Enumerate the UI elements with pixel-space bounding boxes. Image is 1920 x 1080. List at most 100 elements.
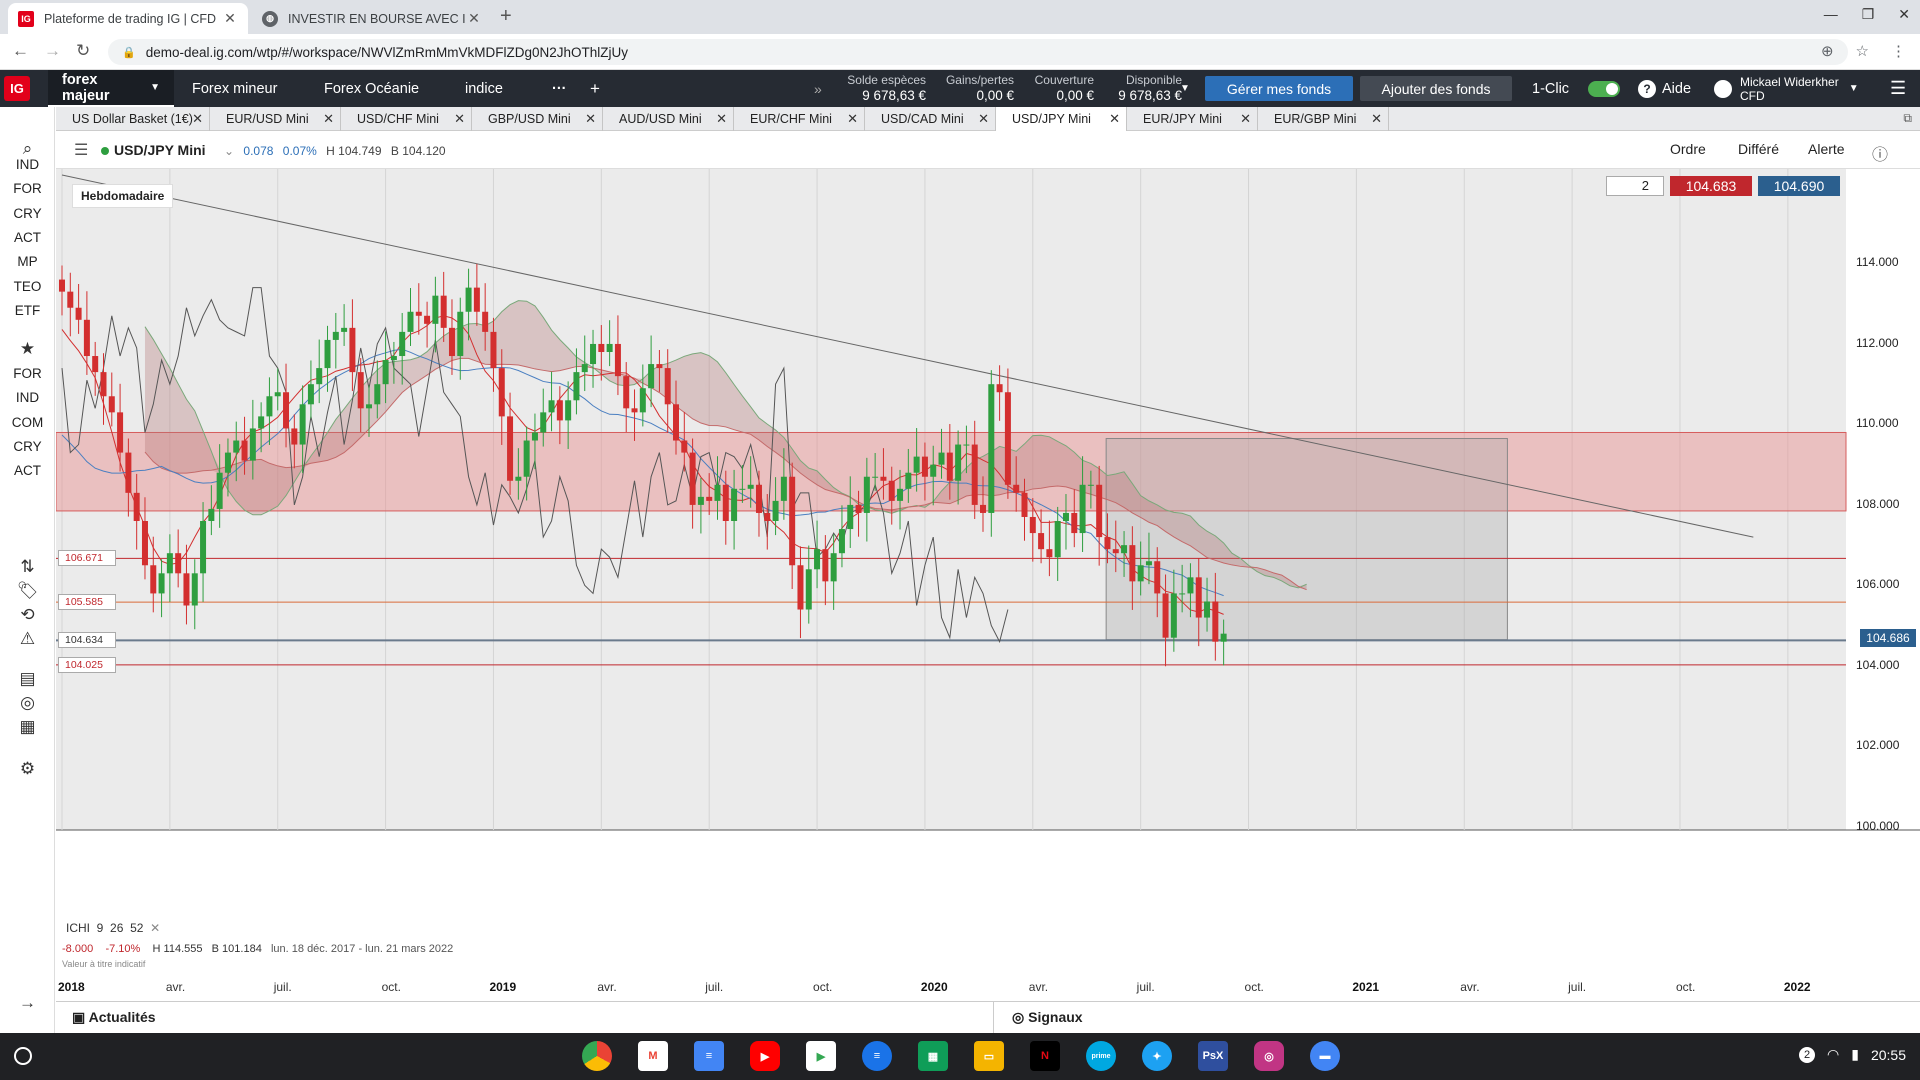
instrument-tab[interactable]: EUR/JPY Mini ✕: [1127, 107, 1258, 131]
twitter-icon[interactable]: ✦: [1142, 1041, 1172, 1071]
tab-forex-majeur[interactable]: forex majeur ▼: [48, 70, 174, 107]
close-icon[interactable]: ✕: [323, 111, 334, 127]
close-icon[interactable]: ✕: [1371, 111, 1382, 127]
reload-icon[interactable]: ↻: [76, 41, 90, 61]
back-icon[interactable]: ←: [12, 41, 29, 61]
chart-canvas[interactable]: [56, 169, 1920, 999]
tab-forex-oceanie[interactable]: Forex Océanie: [310, 70, 433, 107]
manage-funds-button[interactable]: Gérer mes fonds: [1205, 76, 1353, 101]
close-icon[interactable]: ✕: [1240, 111, 1251, 127]
psx-icon[interactable]: PsX: [1198, 1041, 1228, 1071]
close-icon[interactable]: ✕: [222, 10, 238, 27]
signals-panel-tab[interactable]: ◎ Signaux: [1012, 1009, 1083, 1026]
transfer-icon[interactable]: ⇅: [0, 557, 55, 577]
star-icon[interactable]: ★: [0, 339, 55, 359]
expand-arrow-icon[interactable]: →: [0, 993, 55, 1013]
slides-icon[interactable]: ▭: [974, 1041, 1004, 1071]
close-icon[interactable]: ✕: [716, 111, 727, 127]
sidebar-item[interactable]: FOR: [0, 181, 55, 196]
sell-price-button[interactable]: 104.683: [1670, 176, 1752, 196]
news-icon[interactable]: ▤: [0, 669, 55, 689]
sidebar-item[interactable]: COM: [0, 415, 55, 430]
instrument-tab[interactable]: USD/CHF Mini ✕: [341, 107, 472, 131]
close-icon[interactable]: ✕: [1109, 111, 1120, 127]
sheets-icon[interactable]: ▦: [918, 1041, 948, 1071]
sidebar-item[interactable]: CRY: [0, 206, 55, 221]
settings-gear-icon[interactable]: ⚙: [0, 759, 55, 779]
buy-price-button[interactable]: 104.690: [1758, 176, 1840, 196]
new-tab-icon[interactable]: +: [500, 5, 512, 28]
netflix-icon[interactable]: N: [1030, 1041, 1060, 1071]
gmail-icon[interactable]: M: [638, 1041, 668, 1071]
level-price-label[interactable]: 105.585: [58, 594, 116, 611]
timeframe-label[interactable]: Hebdomadaire: [72, 184, 174, 208]
play-store-icon[interactable]: ▶: [806, 1041, 836, 1071]
prime-video-icon[interactable]: prime: [1086, 1041, 1116, 1071]
instrument-name[interactable]: USD/JPY Mini: [114, 142, 206, 158]
level-price-label[interactable]: 106.671: [58, 550, 116, 567]
sidebar-item[interactable]: TEO: [0, 279, 55, 294]
alert-button[interactable]: Alerte: [1808, 141, 1845, 157]
quantity-stepper[interactable]: 2: [1606, 176, 1664, 196]
alert-icon[interactable]: ⚠: [0, 629, 55, 649]
instagram-icon[interactable]: ◎: [1254, 1041, 1284, 1071]
chevron-down-icon[interactable]: ▼: [1176, 70, 1194, 107]
level-price-label[interactable]: 104.634: [58, 632, 116, 649]
popout-icon[interactable]: ⧉: [1903, 111, 1912, 126]
docs-icon[interactable]: ≡: [694, 1041, 724, 1071]
tab-forex-mineur[interactable]: Forex mineur: [178, 70, 291, 107]
add-funds-button[interactable]: Ajouter des fonds: [1360, 76, 1512, 101]
browser-tab-ichimoku[interactable]: ◍ INVESTIR EN BOURSE AVEC ICH ✕: [252, 3, 492, 34]
hamburger-icon[interactable]: ☰: [74, 140, 88, 160]
close-icon[interactable]: ✕: [978, 111, 989, 127]
history-icon[interactable]: ⟲: [0, 605, 55, 625]
price-chart[interactable]: Hebdomadaire 2 104.683 104.690 114.000 11…: [56, 169, 1920, 999]
browser-tab-ig[interactable]: IG Plateforme de trading IG | CFD ✕: [8, 3, 248, 34]
sidebar-item[interactable]: CRY: [0, 439, 55, 454]
close-icon[interactable]: ✕: [454, 111, 465, 127]
instrument-tab[interactable]: AUD/USD Mini ✕: [603, 107, 734, 131]
instrument-tab[interactable]: EUR/USD Mini ✕: [210, 107, 341, 131]
sidebar-item[interactable]: IND: [0, 157, 55, 172]
main-menu-icon[interactable]: ☰: [1876, 70, 1920, 107]
sidebar-item[interactable]: MP: [0, 254, 55, 269]
remove-indicator-icon[interactable]: ✕: [150, 921, 160, 935]
instrument-tab[interactable]: US Dollar Basket (1€) ✕: [56, 107, 210, 131]
close-window-icon[interactable]: ✕: [1898, 6, 1910, 23]
tab-indice[interactable]: indice: [451, 70, 517, 107]
tag-icon[interactable]: 🏷: [0, 581, 55, 601]
instrument-tab[interactable]: USD/CAD Mini ✕: [865, 107, 996, 131]
sidebar-item[interactable]: ETF: [0, 303, 55, 318]
order-button[interactable]: Ordre: [1670, 141, 1706, 157]
search-icon[interactable]: ⌕: [0, 139, 55, 159]
instrument-tab[interactable]: GBP/USD Mini ✕: [472, 107, 603, 131]
bookmark-star-icon[interactable]: ☆: [1856, 42, 1869, 60]
collapse-icon[interactable]: »: [800, 70, 836, 107]
one-click-toggle[interactable]: [1588, 81, 1620, 97]
launcher-icon[interactable]: [14, 1047, 32, 1065]
sidebar-item[interactable]: IND: [0, 390, 55, 405]
add-tab-button[interactable]: +: [576, 70, 614, 107]
sidebar-item[interactable]: FOR: [0, 366, 55, 381]
instrument-tab[interactable]: EUR/GBP Mini ✕: [1258, 107, 1389, 131]
deferred-button[interactable]: Différé: [1738, 141, 1779, 157]
address-bar[interactable]: 🔒 demo-deal.ig.com/wtp/#/workspace/NWVlZ…: [108, 39, 1848, 65]
messages-icon[interactable]: ≡: [862, 1041, 892, 1071]
close-icon[interactable]: ✕: [847, 111, 858, 127]
close-icon[interactable]: ✕: [192, 111, 203, 127]
minimize-icon[interactable]: —: [1824, 6, 1838, 23]
instrument-tab[interactable]: USD/JPY Mini ✕: [996, 107, 1127, 131]
level-price-label[interactable]: 104.025: [58, 656, 116, 673]
signals-icon[interactable]: ◎: [0, 693, 55, 713]
info-icon[interactable]: ⓘ: [1872, 141, 1888, 165]
files-icon[interactable]: ▬: [1310, 1041, 1340, 1071]
instrument-tab[interactable]: EUR/CHF Mini ✕: [734, 107, 865, 131]
close-icon[interactable]: ✕: [585, 111, 596, 127]
forward-icon[interactable]: →: [44, 41, 61, 61]
zoom-icon[interactable]: ⊕: [1821, 42, 1834, 60]
ig-logo[interactable]: IG: [4, 76, 30, 101]
status-tray[interactable]: 2 ◠ ▮ 20:55: [1799, 1046, 1906, 1063]
restore-icon[interactable]: ❐: [1862, 6, 1875, 23]
kebab-menu-icon[interactable]: ⋮: [1891, 42, 1906, 60]
close-icon[interactable]: ✕: [466, 10, 482, 27]
